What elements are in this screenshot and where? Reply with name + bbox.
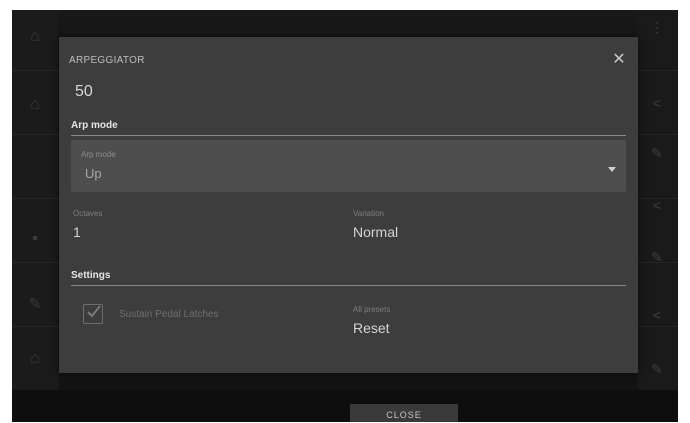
all-presets-field[interactable]: All presets Reset (353, 305, 390, 336)
rate-value[interactable]: 50 (75, 83, 93, 101)
home-icon: ⌂ (30, 350, 40, 367)
menu-icon: ⋮ (650, 19, 664, 35)
field-label: Octaves (73, 209, 103, 218)
octaves-field[interactable]: Octaves 1 (73, 209, 102, 240)
arp-mode-section: Arp mode (71, 120, 626, 136)
home-icon: ⌂ (30, 28, 40, 45)
arp-mode-select[interactable]: Arp mode Up (71, 140, 626, 192)
app-screen: ⌂ ⌂ ▪ ✎ ⌂ ⋮ < ✎ < ✎ < ✎ ARPEGGIATOR ✕ 50… (12, 10, 678, 422)
field-value: Normal (353, 224, 399, 240)
section-divider (71, 285, 626, 286)
section-header: Settings (71, 270, 111, 281)
checkbox-label: Sustain Pedal Latches (119, 309, 219, 320)
chevron-down-icon (608, 167, 616, 172)
background-top-bar (58, 10, 638, 36)
field-value: Reset (353, 320, 390, 336)
arpeggiator-dialog: ARPEGGIATOR ✕ 50 Arp mode Arp mode Up Oc… (59, 37, 638, 373)
select-label: Arp mode (81, 150, 116, 159)
edit-icon: ✎ (651, 249, 663, 265)
select-value: Up (85, 166, 102, 181)
field-label: All presets (353, 305, 391, 314)
background-left-rail: ⌂ ⌂ ▪ ✎ ⌂ (12, 10, 58, 390)
field-value: 1 (73, 224, 81, 240)
section-header: Arp mode (71, 120, 118, 131)
share-icon: < (652, 95, 662, 111)
home-icon: ⌂ (30, 96, 40, 113)
footer-bar (12, 390, 678, 422)
edit-icon: ✎ (651, 145, 663, 161)
edit-icon: ✎ (651, 361, 663, 377)
grid-icon: ▪ (32, 230, 38, 247)
check-icon (87, 305, 101, 318)
variation-field[interactable]: Variation Normal (353, 209, 398, 240)
settings-section: Settings (71, 270, 626, 286)
field-label: Variation (353, 209, 384, 218)
edit-icon: ✎ (28, 296, 42, 313)
share-icon: < (652, 307, 662, 323)
close-button[interactable]: CLOSE (350, 404, 458, 422)
section-divider (71, 135, 626, 136)
dialog-title: ARPEGGIATOR (69, 55, 145, 66)
close-icon[interactable]: ✕ (610, 51, 628, 69)
background-right-rail: ⋮ < ✎ < ✎ < ✎ (638, 10, 678, 390)
checkbox-box[interactable] (83, 304, 103, 324)
